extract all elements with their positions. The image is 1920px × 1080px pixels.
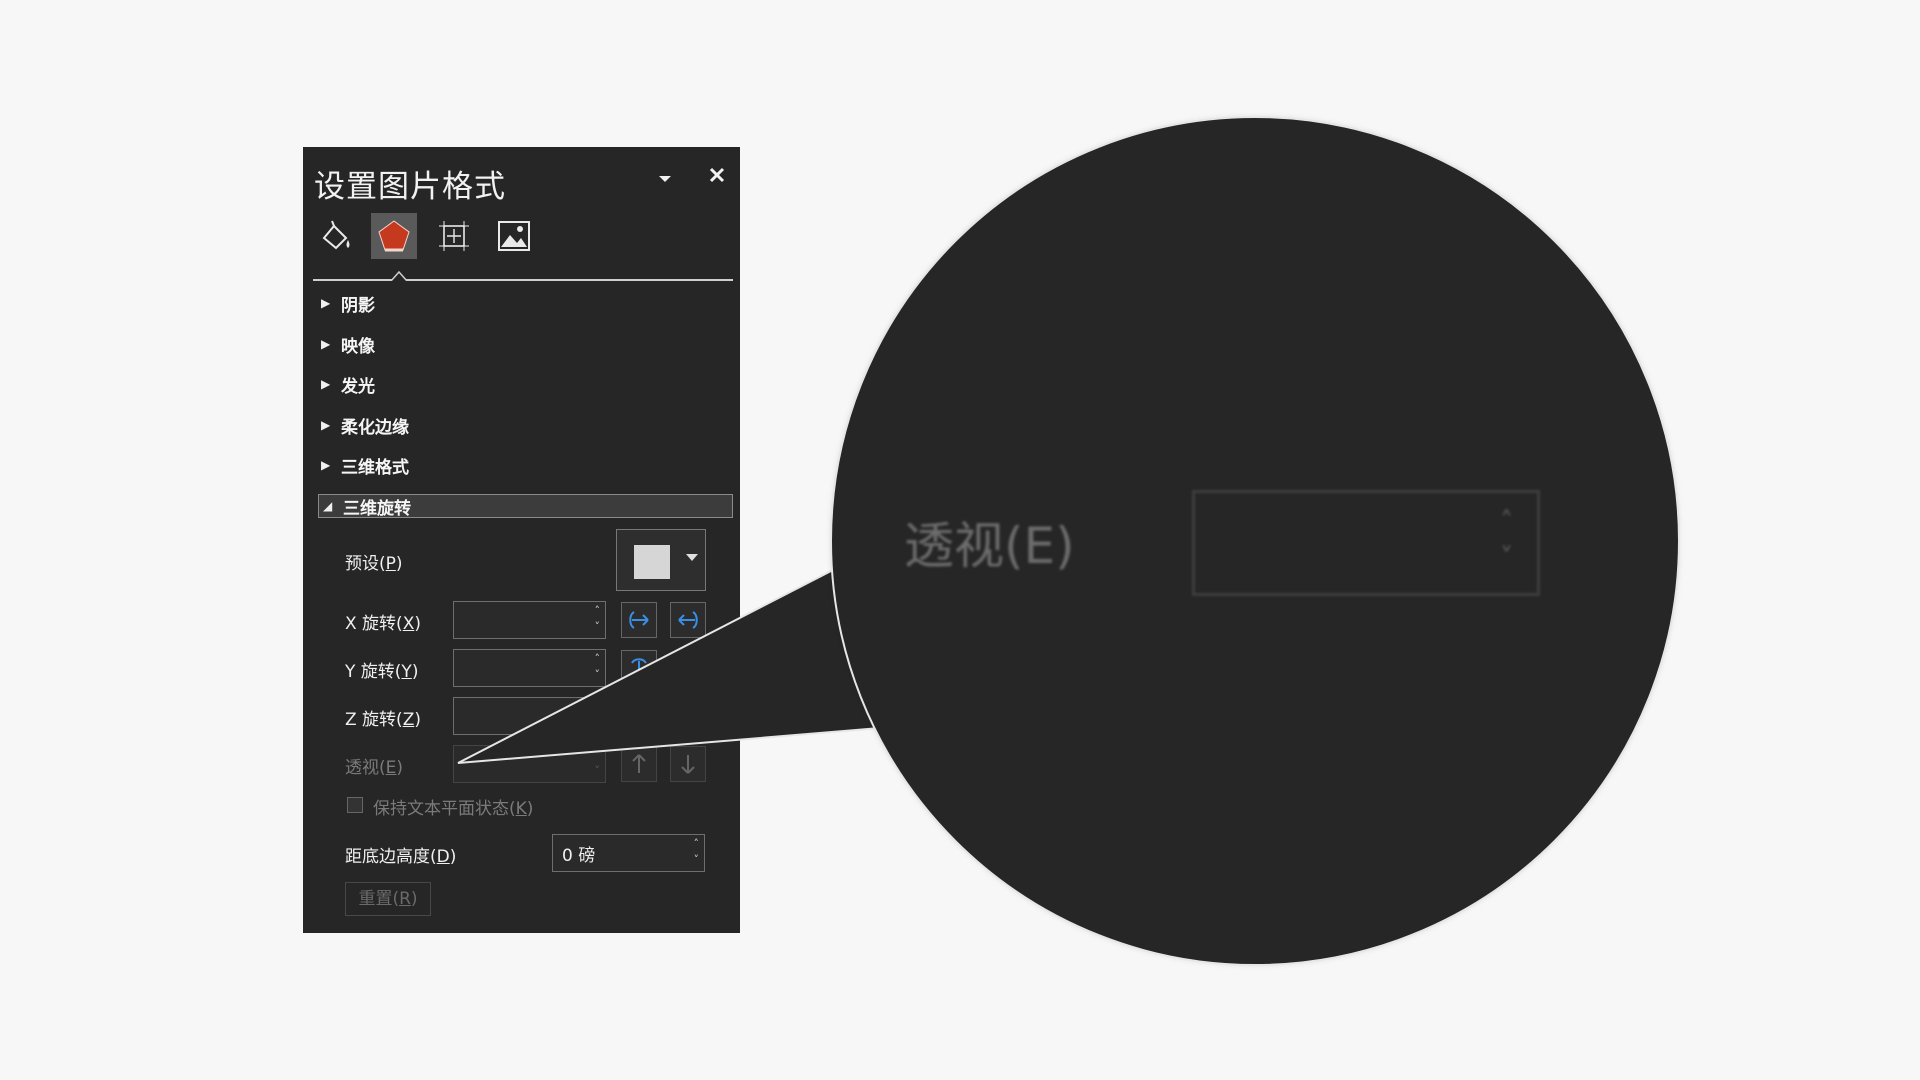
size-properties-icon xyxy=(439,221,469,251)
spin-up-icon[interactable]: ˄ xyxy=(694,838,700,849)
perspective-spinner[interactable]: ˄ ˅ xyxy=(453,745,606,783)
close-icon xyxy=(709,167,725,183)
spin-up-icon[interactable]: ˄ xyxy=(595,605,601,616)
spin-down-icon[interactable]: ˅ xyxy=(694,854,700,865)
section-3d-format[interactable]: ▶ 三维格式 xyxy=(321,452,409,478)
expand-triangle-icon: ▶ xyxy=(321,296,331,310)
expand-triangle-icon: ▶ xyxy=(321,418,331,432)
x-rotation-label: X 旋转(X) xyxy=(345,614,421,634)
distance-spinner[interactable]: 0 磅 ˄ ˅ xyxy=(552,834,705,872)
perspective-increase-button[interactable] xyxy=(621,746,657,782)
preset-swatch xyxy=(634,545,670,579)
rotate-up-button[interactable] xyxy=(621,650,657,686)
z-rotation-label: Z 旋转(Z) xyxy=(345,710,421,730)
close-button[interactable] xyxy=(703,161,731,189)
chevron-down-icon: ˅ xyxy=(1500,543,1513,573)
z-rotation-spinner[interactable] xyxy=(453,697,606,735)
rotate-up-icon xyxy=(631,658,647,677)
spin-down-icon[interactable]: ˅ xyxy=(595,621,601,632)
spin-down-icon[interactable]: ˅ xyxy=(595,669,601,680)
spin-up-icon[interactable]: ˄ xyxy=(595,653,601,664)
y-rotation-spinner[interactable]: ˄ ˅ xyxy=(453,649,606,687)
tab-divider xyxy=(313,279,733,281)
active-tab-caret-icon xyxy=(391,271,407,281)
section-shadow[interactable]: ▶ 阴影 xyxy=(321,290,375,316)
arrow-down-icon xyxy=(681,755,695,774)
chevron-down-icon xyxy=(686,554,698,561)
y-rotation-label: Y 旋转(Y) xyxy=(345,662,419,682)
distance-label: 距底边高度(D) xyxy=(345,847,457,867)
format-picture-pane: 设置图片格式 ▶ 阴影 ▶ 映像 ▶ 发光 ▶ 柔化边缘 ▶ 三维格式 ◢ 三维… xyxy=(303,147,740,933)
rotate-left-button[interactable] xyxy=(621,602,657,638)
keep-text-flat-label: 保持文本平面状态(K) xyxy=(373,799,534,819)
pane-title: 设置图片格式 xyxy=(314,169,506,205)
preset-label: 预设(P) xyxy=(345,554,403,574)
perspective-decrease-button[interactable] xyxy=(670,746,706,782)
reset-button[interactable]: 重置(R) xyxy=(345,882,431,916)
section-glow[interactable]: ▶ 发光 xyxy=(321,371,375,397)
preset-dropdown-button[interactable] xyxy=(616,529,706,591)
section-reflection[interactable]: ▶ 映像 xyxy=(321,331,375,357)
effects-pentagon-icon xyxy=(378,220,410,252)
zoom-perspective-label: 透视(E) xyxy=(904,517,1075,575)
fill-line-icon xyxy=(322,220,350,250)
expand-triangle-icon: ▶ xyxy=(321,377,331,391)
section-soft-edges[interactable]: ▶ 柔化边缘 xyxy=(321,412,409,438)
tab-fill-line[interactable] xyxy=(313,213,359,259)
rotate-left-icon xyxy=(629,611,649,629)
section-3d-rotation[interactable]: ◢ 三维旋转 xyxy=(318,494,733,519)
arrow-up-icon xyxy=(632,754,646,773)
spin-down-icon[interactable]: ˅ xyxy=(595,765,601,776)
pane-options-dropdown[interactable] xyxy=(653,167,677,191)
perspective-label: 透视(E) xyxy=(345,758,404,778)
rotate-right-icon xyxy=(678,611,698,629)
keep-text-flat-checkbox[interactable] xyxy=(347,797,363,813)
tab-picture[interactable] xyxy=(491,213,537,259)
chevron-up-icon: ˄ xyxy=(1500,507,1513,537)
chevron-down-icon xyxy=(659,176,671,182)
picture-icon xyxy=(498,221,530,251)
rotate-right-button[interactable] xyxy=(670,602,706,638)
tab-effects[interactable] xyxy=(371,213,417,259)
zoom-perspective-spinner: ˄ ˅ xyxy=(1192,490,1540,596)
collapse-triangle-icon: ◢ xyxy=(323,499,333,513)
tab-size-properties[interactable] xyxy=(431,213,477,259)
expand-triangle-icon: ▶ xyxy=(321,458,331,472)
expand-triangle-icon: ▶ xyxy=(321,337,331,351)
spin-up-icon[interactable]: ˄ xyxy=(595,749,601,760)
x-rotation-spinner[interactable]: ˄ ˅ xyxy=(453,601,606,639)
